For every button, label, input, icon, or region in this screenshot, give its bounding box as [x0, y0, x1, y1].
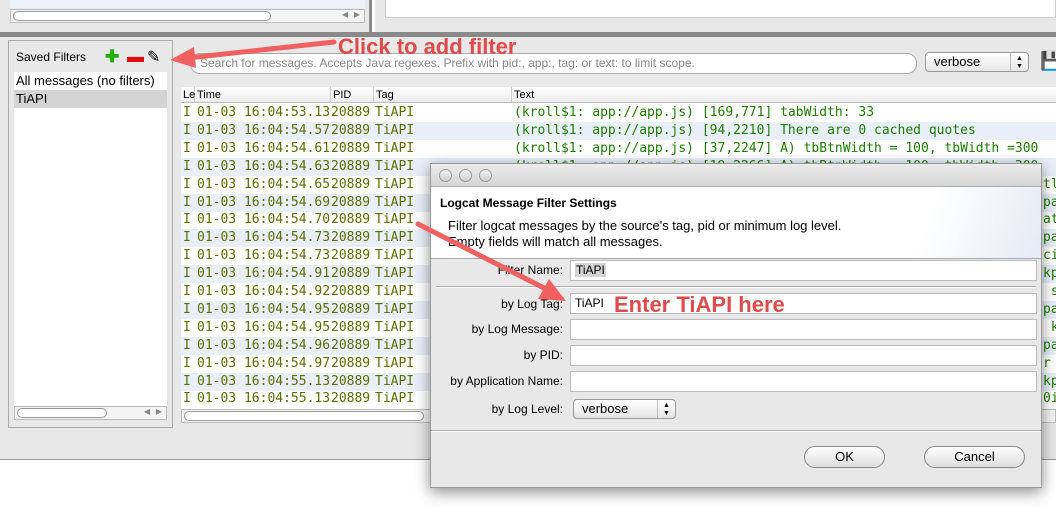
- arrow-to-edit-icon: [170, 39, 337, 68]
- annotation-enter-tag: Enter TiAPI here: [614, 292, 785, 317]
- annotation-arrows: [170, 39, 566, 301]
- annotation-add-filter: Click to add filter: [338, 34, 517, 59]
- arrow-to-log-tag-field: [415, 221, 566, 301]
